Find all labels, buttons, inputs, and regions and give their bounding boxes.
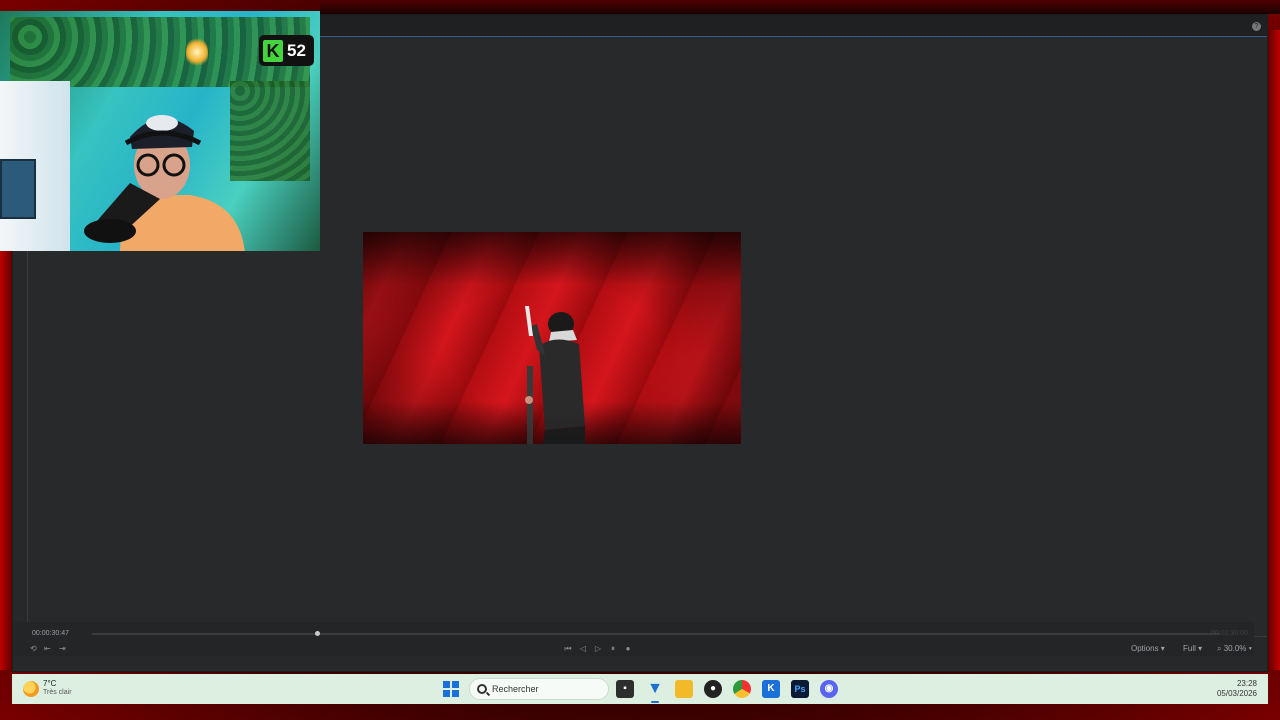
weather-description[interactable]: Très clair (43, 689, 72, 696)
video-preview-frame[interactable] (363, 232, 741, 444)
quality-label: Full (1183, 644, 1196, 653)
taskbar-search-box[interactable]: Rechercher (469, 678, 609, 700)
search-placeholder: Rechercher (492, 684, 539, 694)
quality-dropdown[interactable]: Full ▾ (1183, 644, 1202, 653)
weather-sun-icon[interactable] (23, 681, 39, 697)
red-glow-right (1268, 30, 1280, 670)
clock-date[interactable]: 05/03/2026 (1217, 689, 1257, 698)
playhead-handle[interactable] (315, 631, 321, 636)
folder-icon[interactable] (675, 680, 693, 698)
options-label: Options (1131, 644, 1159, 653)
media-app-icon[interactable]: ● (704, 680, 722, 698)
stop-button[interactable]: ● (623, 644, 633, 653)
clock-time[interactable]: 23:28 (1237, 679, 1257, 688)
mark-out-icon[interactable]: ⇥ (59, 644, 66, 654)
lamp-glow-image (186, 37, 208, 67)
vsts-app-icon[interactable]: ▼ (646, 680, 664, 698)
help-icon[interactable]: ? (1252, 22, 1261, 31)
windows-start-icon[interactable] (443, 681, 459, 697)
pause-button[interactable]: ⏸ (608, 644, 618, 653)
step-back-button[interactable]: ◁ (578, 644, 588, 653)
step-forward-button[interactable]: ▷ (593, 644, 603, 653)
kick-app-icon[interactable]: K (762, 680, 780, 698)
viewer-count: 52 (287, 40, 306, 60)
photoshop-icon[interactable]: Ps (791, 680, 809, 698)
options-dropdown[interactable]: Options ▾ (1131, 644, 1165, 653)
current-timecode: 00:00:30:47 (32, 630, 69, 637)
file-explorer-icon[interactable]: ▪ (616, 680, 634, 698)
active-app-indicator (651, 701, 659, 703)
red-glow-top (320, 0, 1280, 14)
streamer-image (84, 115, 245, 251)
zoom-label: 30.0% (1223, 644, 1247, 653)
red-glow-left (0, 250, 12, 670)
background-monitor-image (0, 159, 36, 219)
skip-back-button[interactable]: ⏮ (563, 644, 573, 653)
windows-taskbar: 7°C Très clair Rechercher ▪ ▼ ● K Ps ◉ 2… (12, 674, 1268, 704)
search-icon (477, 684, 487, 694)
loop-icon[interactable]: ⟲ (30, 644, 37, 654)
webcam-overlay: K 52 (0, 11, 320, 251)
screen-frame: ? K 52 00:00:30:47 00:02:30:00 ⟲ ⇤ ⇥ ⏮ ◁… (0, 0, 1280, 720)
total-timecode: 00:02:30:00 (1211, 630, 1248, 637)
timeline-bar: 00:00:30:47 00:02:30:00 ⟲ ⇤ ⇥ ⏮ ◁ ▷ ⏸ ● … (14, 622, 1254, 656)
zoom-dropdown[interactable]: ⌕ 30.0% ▾ (1217, 644, 1252, 654)
weather-temperature[interactable]: 7°C (43, 679, 56, 688)
preview-vignette (363, 232, 741, 444)
timeline-scrubber[interactable] (92, 633, 1220, 635)
mark-in-icon[interactable]: ⇤ (44, 644, 51, 654)
discord-icon[interactable]: ◉ (820, 680, 838, 698)
chrome-icon[interactable] (733, 680, 751, 698)
kick-logo-icon: K (263, 39, 283, 62)
kick-viewer-badge: K 52 (259, 35, 314, 66)
